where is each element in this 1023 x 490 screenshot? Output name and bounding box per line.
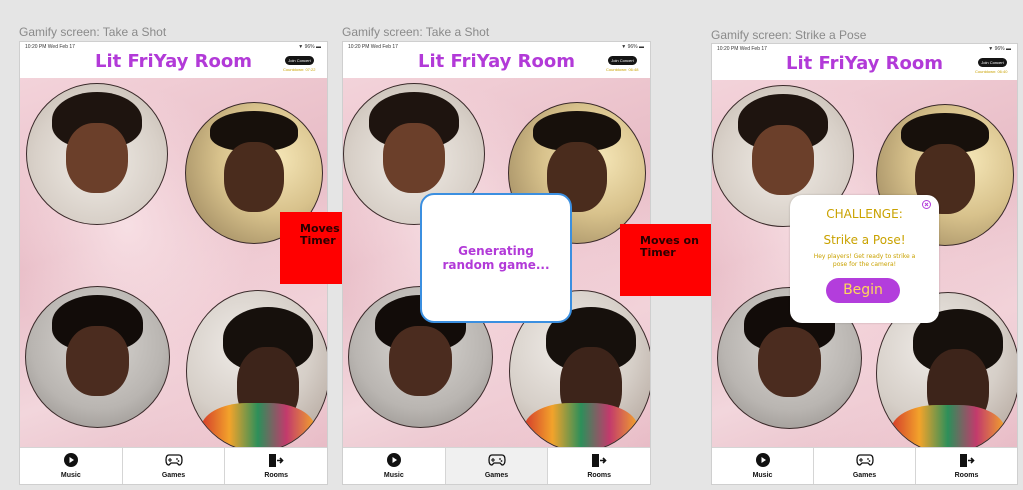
shirt	[524, 403, 638, 451]
door-exit-icon	[959, 454, 975, 467]
room-title: Lit FriYay Room	[417, 51, 576, 72]
play-circle-icon	[386, 453, 401, 467]
face	[389, 326, 452, 397]
room-title: Lit FriYay Room	[94, 51, 253, 72]
status-time: 10:20 PM Wed Feb 17	[348, 44, 398, 50]
tab-label-games: Games	[161, 472, 186, 479]
challenge-description: Hey players! Get ready to strike a pose …	[813, 253, 916, 268]
challenge-heading: CHALLENGE:	[826, 207, 903, 221]
ipad-screen-take-a-shot-2: 10:20 PM Wed Feb 17 ▼ 96% ▬ Lit FriYay R…	[342, 41, 651, 485]
face	[758, 327, 821, 398]
play-circle-icon	[63, 453, 78, 467]
status-time: 10:20 PM Wed Feb 17	[25, 44, 75, 50]
challenge-name: Strike a Pose!	[823, 233, 906, 247]
join-concert-button[interactable]: Join Concert	[978, 58, 1007, 67]
gamepad-icon	[487, 454, 506, 466]
tab-label-rooms: Rooms	[587, 472, 612, 479]
bottom-tab-bar: Music Games Rooms	[712, 447, 1017, 484]
tab-label-rooms: Rooms	[264, 472, 289, 479]
shirt	[201, 403, 315, 451]
tab-rooms[interactable]: Rooms	[548, 448, 650, 484]
gamepad-icon	[855, 454, 874, 466]
door-exit-icon	[269, 454, 284, 467]
face	[224, 142, 284, 213]
countdown-timer: Countdown: 07:22	[283, 67, 316, 72]
face	[66, 326, 129, 397]
gamepad-icon	[164, 454, 183, 466]
generating-game-dialog: Generating random game...	[420, 193, 572, 323]
bottom-tab-bar: Music Games Rooms	[343, 447, 650, 484]
countdown-timer: Countdown: 06:40	[975, 69, 1008, 74]
tab-label-music: Music	[383, 472, 404, 479]
tab-label-music: Music	[752, 472, 773, 479]
tab-games[interactable]: Games	[445, 448, 549, 484]
tab-label-rooms: Rooms	[954, 472, 979, 479]
tab-label-games: Games	[484, 472, 509, 479]
frame-label-take-a-shot-1: Gamify screen: Take a Shot	[19, 25, 167, 39]
tab-label-music: Music	[60, 472, 81, 479]
face	[752, 125, 814, 196]
face	[66, 123, 128, 194]
face	[383, 123, 445, 194]
status-time: 10:20 PM Wed Feb 17	[717, 46, 767, 52]
battery-status: ▼ 96% ▬	[621, 44, 644, 50]
tab-music[interactable]: Music	[20, 448, 123, 484]
tab-rooms[interactable]: Rooms	[225, 448, 327, 484]
tab-games[interactable]: Games	[814, 448, 916, 484]
tab-rooms[interactable]: Rooms	[916, 448, 1017, 484]
participant-video-1[interactable]	[26, 83, 168, 225]
tab-music[interactable]: Music	[712, 448, 814, 484]
tab-music[interactable]: Music	[343, 448, 446, 484]
battery-status: ▼ 96% ▬	[988, 46, 1011, 52]
generating-game-text: Generating random game...	[442, 244, 550, 272]
frame-label-strike-a-pose: Gamify screen: Strike a Pose	[711, 28, 867, 42]
play-circle-icon	[755, 453, 770, 467]
bottom-tab-bar: Music Games Rooms	[20, 447, 327, 484]
participant-video-3[interactable]	[25, 286, 170, 428]
battery-status: ▼ 96% ▬	[298, 44, 321, 50]
annotation-text: Moves on Timer	[640, 234, 699, 259]
countdown-timer: Countdown: 06:48	[606, 67, 639, 72]
join-concert-button[interactable]: Join Concert	[608, 56, 637, 65]
tab-games[interactable]: Games	[123, 448, 226, 484]
door-exit-icon	[592, 454, 607, 467]
join-concert-button[interactable]: Join Concert	[285, 56, 314, 65]
room-title: Lit FriYay Room	[785, 53, 944, 74]
tab-label-games: Games	[852, 472, 877, 479]
ipad-screen-strike-a-pose: 10:20 PM Wed Feb 17 ▼ 96% ▬ Lit FriYay R…	[711, 43, 1018, 485]
participant-video-4[interactable]	[186, 290, 327, 452]
frame-label-take-a-shot-2: Gamify screen: Take a Shot	[342, 25, 490, 39]
begin-button[interactable]: Begin	[826, 278, 900, 303]
challenge-dialog: CHALLENGE: Strike a Pose! Hey players! G…	[790, 195, 939, 323]
